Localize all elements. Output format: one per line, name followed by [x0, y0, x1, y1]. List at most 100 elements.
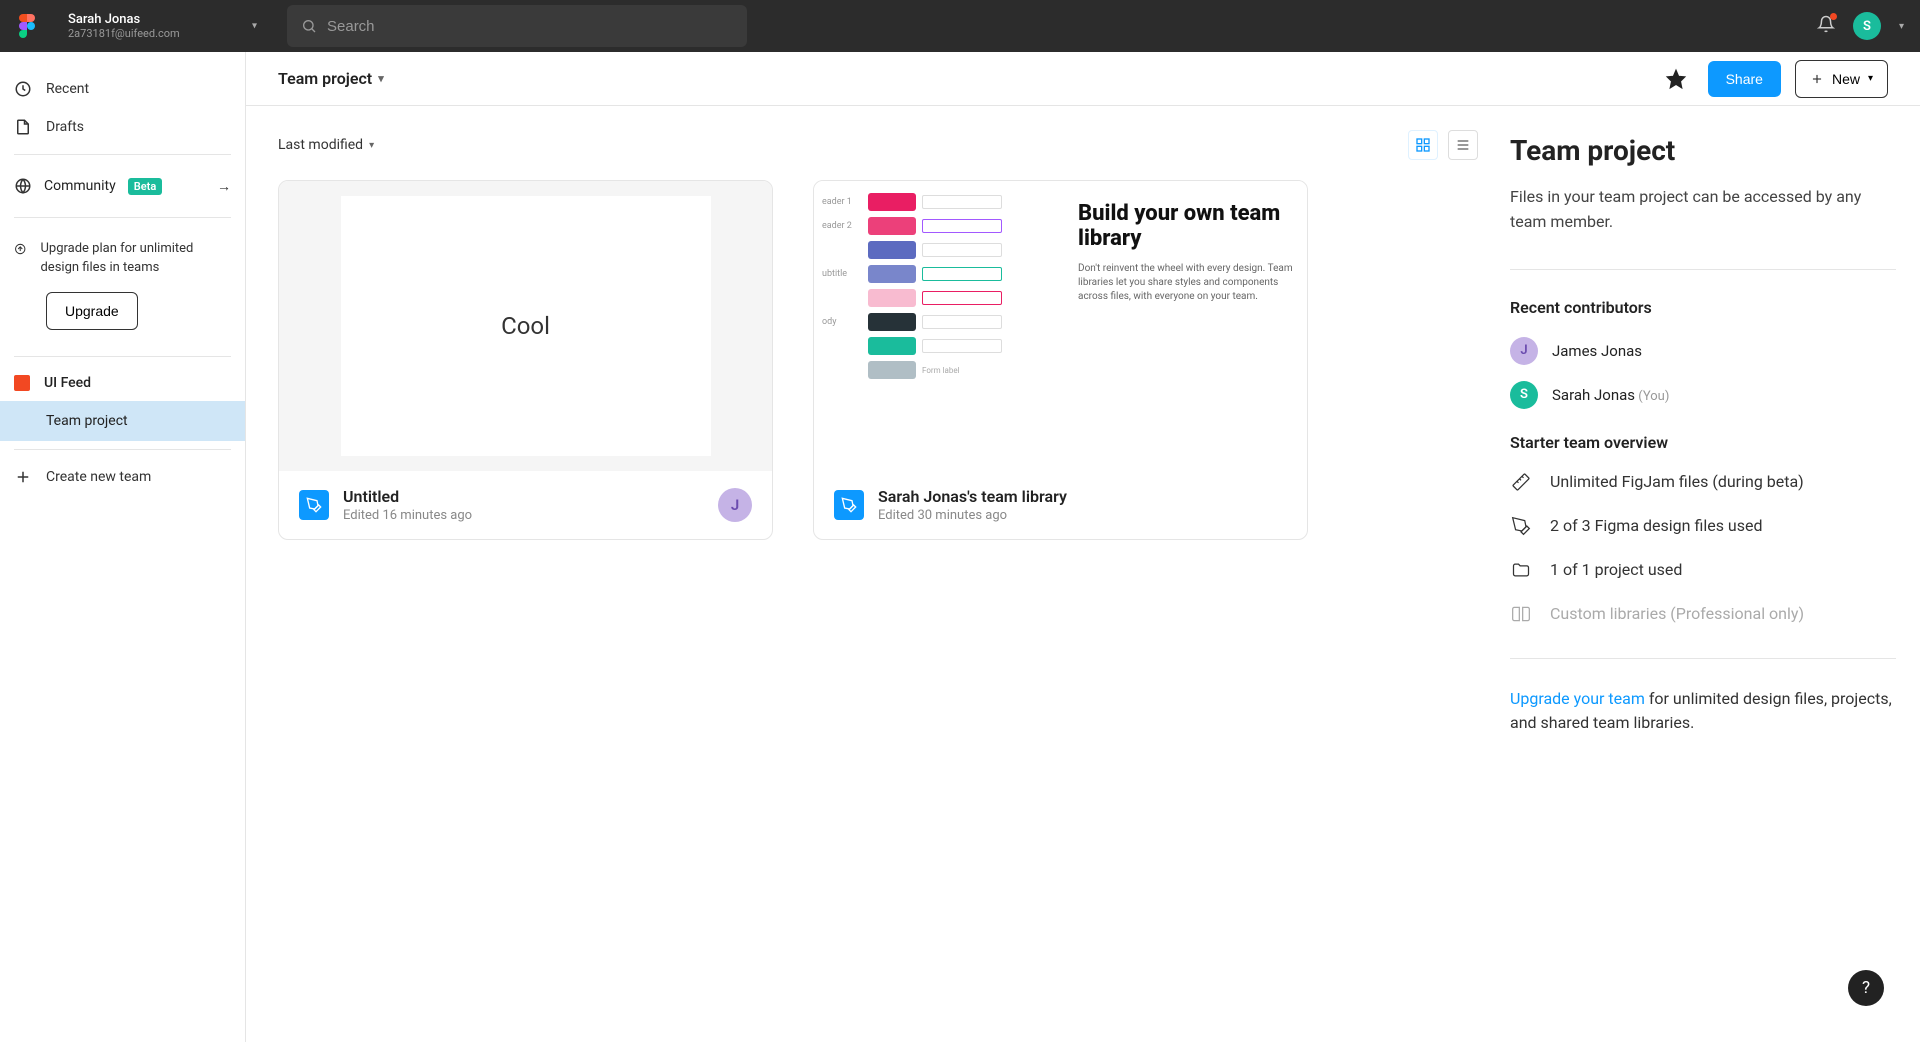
list-view-button[interactable] — [1448, 130, 1478, 160]
section-heading: Recent contributors — [1510, 298, 1896, 317]
upgrade-button[interactable]: Upgrade — [46, 292, 138, 330]
contributor-row[interactable]: S Sarah Jonas (You) — [1510, 381, 1896, 409]
book-icon — [1510, 604, 1532, 624]
figma-file-icon — [834, 490, 864, 520]
sidebar-label: Recent — [46, 81, 89, 97]
sort-dropdown[interactable]: Last modified ▾ — [278, 137, 374, 153]
question-icon: ? — [1862, 978, 1870, 998]
upgrade-paragraph: Upgrade your team for unlimited design f… — [1510, 687, 1896, 737]
contributor-avatar: J — [718, 488, 752, 522]
contributor-avatar: J — [1510, 337, 1538, 365]
overview-text: Unlimited FigJam files (during beta) — [1550, 472, 1804, 491]
sidebar: Recent Drafts Community Beta → Upgrade p… — [0, 52, 246, 1042]
sidebar-item-drafts[interactable]: Drafts — [0, 108, 245, 146]
ruler-icon — [1510, 472, 1532, 492]
project-name: Team project — [46, 413, 128, 429]
plus-icon — [1810, 72, 1824, 86]
file-card[interactable]: Cool Untitled Edited 16 minutes ago J — [278, 180, 773, 540]
contributor-name: Sarah Jonas — [1552, 386, 1635, 404]
file-card[interactable]: eader 1 eader 2 ubtitle ody Form label — [813, 180, 1308, 540]
plus-icon — [14, 468, 32, 486]
contributor-name: James Jonas — [1552, 342, 1642, 360]
user-name: Sarah Jonas — [68, 12, 257, 27]
chevron-down-icon: ▾ — [1868, 73, 1873, 84]
you-badge: (You) — [1638, 389, 1669, 404]
overview-text: 2 of 3 Figma design files used — [1550, 516, 1763, 535]
sidebar-item-community[interactable]: Community Beta → — [0, 163, 245, 209]
sidebar-label: Create new team — [46, 469, 151, 485]
chevron-down-icon: ▾ — [369, 140, 374, 151]
pen-icon — [1510, 516, 1532, 536]
sidebar-item-recent[interactable]: Recent — [0, 70, 245, 108]
file-icon — [14, 118, 32, 136]
create-team-button[interactable]: Create new team — [0, 458, 245, 496]
panel-title: Team project — [1510, 134, 1896, 167]
grid-view-button[interactable] — [1408, 130, 1438, 160]
figma-file-icon — [299, 490, 329, 520]
lib-body: Don't reinvent the wheel with every desi… — [1078, 262, 1293, 304]
file-subtitle: Edited 16 minutes ago — [343, 508, 704, 523]
separator — [1510, 269, 1896, 270]
sidebar-label: Community — [44, 178, 116, 194]
team-name: UI Feed — [44, 375, 91, 391]
overview-text: Custom libraries (Professional only) — [1550, 604, 1804, 623]
contributor-row[interactable]: J James Jonas — [1510, 337, 1896, 365]
section-heading: Starter team overview — [1510, 433, 1896, 452]
separator — [14, 154, 231, 155]
notifications-button[interactable] — [1817, 15, 1835, 37]
star-icon — [1665, 68, 1687, 90]
search-container — [287, 5, 747, 47]
file-title: Sarah Jonas's team library — [878, 487, 1287, 506]
chevron-down-icon: ▾ — [378, 72, 384, 85]
new-label: New — [1832, 71, 1860, 87]
clock-icon — [14, 80, 32, 98]
panel-description: Files in your team project can be access… — [1510, 185, 1896, 235]
arrow-right-icon: → — [217, 178, 231, 195]
breadcrumb-label: Team project — [278, 69, 372, 88]
user-avatar[interactable]: S — [1853, 12, 1881, 40]
breadcrumb[interactable]: Team project ▾ — [278, 69, 384, 88]
separator — [14, 356, 231, 357]
upload-icon — [14, 240, 26, 258]
overview-row: 1 of 1 project used — [1510, 560, 1896, 580]
overview-row: Unlimited FigJam files (during beta) — [1510, 472, 1896, 492]
lib-heading: Build your own team library — [1078, 201, 1293, 252]
folder-icon — [1510, 560, 1532, 580]
contributor-avatar: S — [1510, 381, 1538, 409]
chevron-down-icon[interactable]: ▾ — [1899, 21, 1904, 32]
chevron-down-icon: ▾ — [252, 21, 257, 32]
upgrade-text: Upgrade plan for unlimited design files … — [40, 240, 231, 278]
upgrade-callout: Upgrade plan for unlimited design files … — [0, 226, 245, 348]
user-email: 2a73181f@uifeed.com — [68, 27, 257, 40]
list-icon — [1455, 137, 1471, 153]
file-title: Untitled — [343, 487, 704, 506]
sidebar-project-item[interactable]: Team project — [0, 401, 245, 441]
search-input[interactable] — [327, 18, 733, 35]
beta-badge: Beta — [128, 178, 163, 195]
thumb-text: Cool — [341, 196, 711, 456]
account-switcher[interactable]: Sarah Jonas 2a73181f@uifeed.com ▾ — [60, 8, 265, 44]
star-button[interactable] — [1658, 61, 1694, 97]
figma-logo[interactable] — [16, 15, 38, 37]
separator — [14, 217, 231, 218]
main-header: Team project ▾ Share New ▾ — [246, 52, 1920, 106]
team-color-swatch — [14, 375, 30, 391]
help-button[interactable]: ? — [1848, 970, 1884, 1006]
sidebar-label: Drafts — [46, 119, 84, 135]
files-area: Last modified ▾ — [246, 106, 1510, 1042]
overview-row: Custom libraries (Professional only) — [1510, 604, 1896, 624]
sort-label: Last modified — [278, 137, 363, 153]
detail-panel: Team project Files in your team project … — [1510, 106, 1920, 1042]
overview-row: 2 of 3 Figma design files used — [1510, 516, 1896, 536]
upgrade-team-link[interactable]: Upgrade your team — [1510, 689, 1645, 708]
separator — [1510, 658, 1896, 659]
globe-icon — [14, 177, 32, 195]
file-subtitle: Edited 30 minutes ago — [878, 508, 1287, 523]
overview-text: 1 of 1 project used — [1550, 560, 1682, 579]
share-button[interactable]: Share — [1708, 61, 1781, 97]
new-button[interactable]: New ▾ — [1795, 60, 1888, 98]
file-thumbnail: eader 1 eader 2 ubtitle ody Form label — [814, 181, 1307, 471]
sidebar-team[interactable]: UI Feed — [0, 365, 245, 401]
separator — [14, 449, 231, 450]
grid-icon — [1415, 137, 1431, 153]
